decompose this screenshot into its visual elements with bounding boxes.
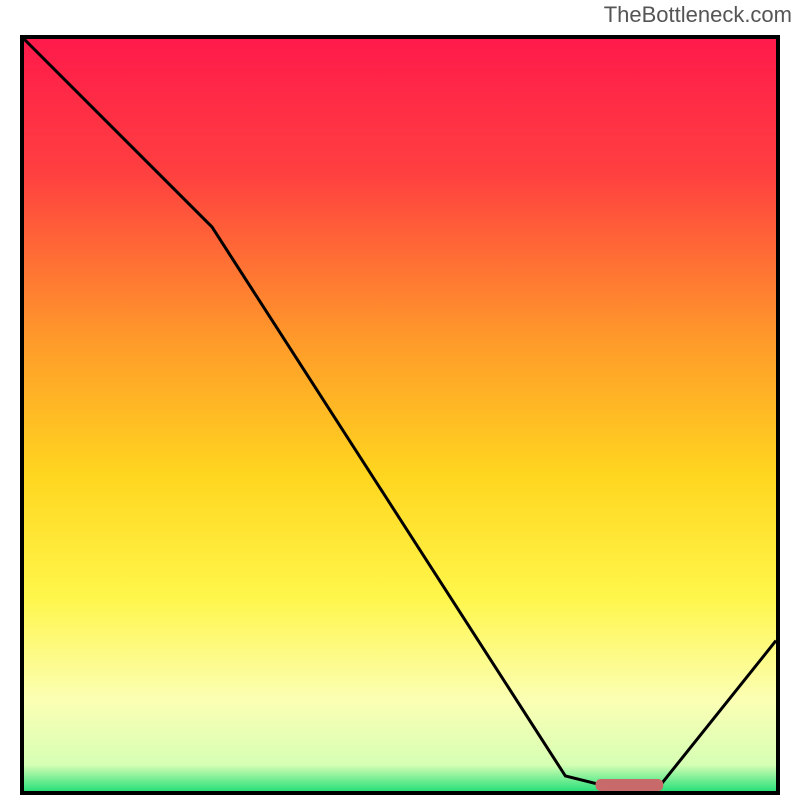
attribution-text: TheBottleneck.com — [0, 0, 800, 30]
optimum-marker — [596, 779, 664, 791]
chart-svg — [20, 35, 780, 795]
chart-container: TheBottleneck.com — [0, 0, 800, 800]
plot-area — [0, 30, 800, 800]
